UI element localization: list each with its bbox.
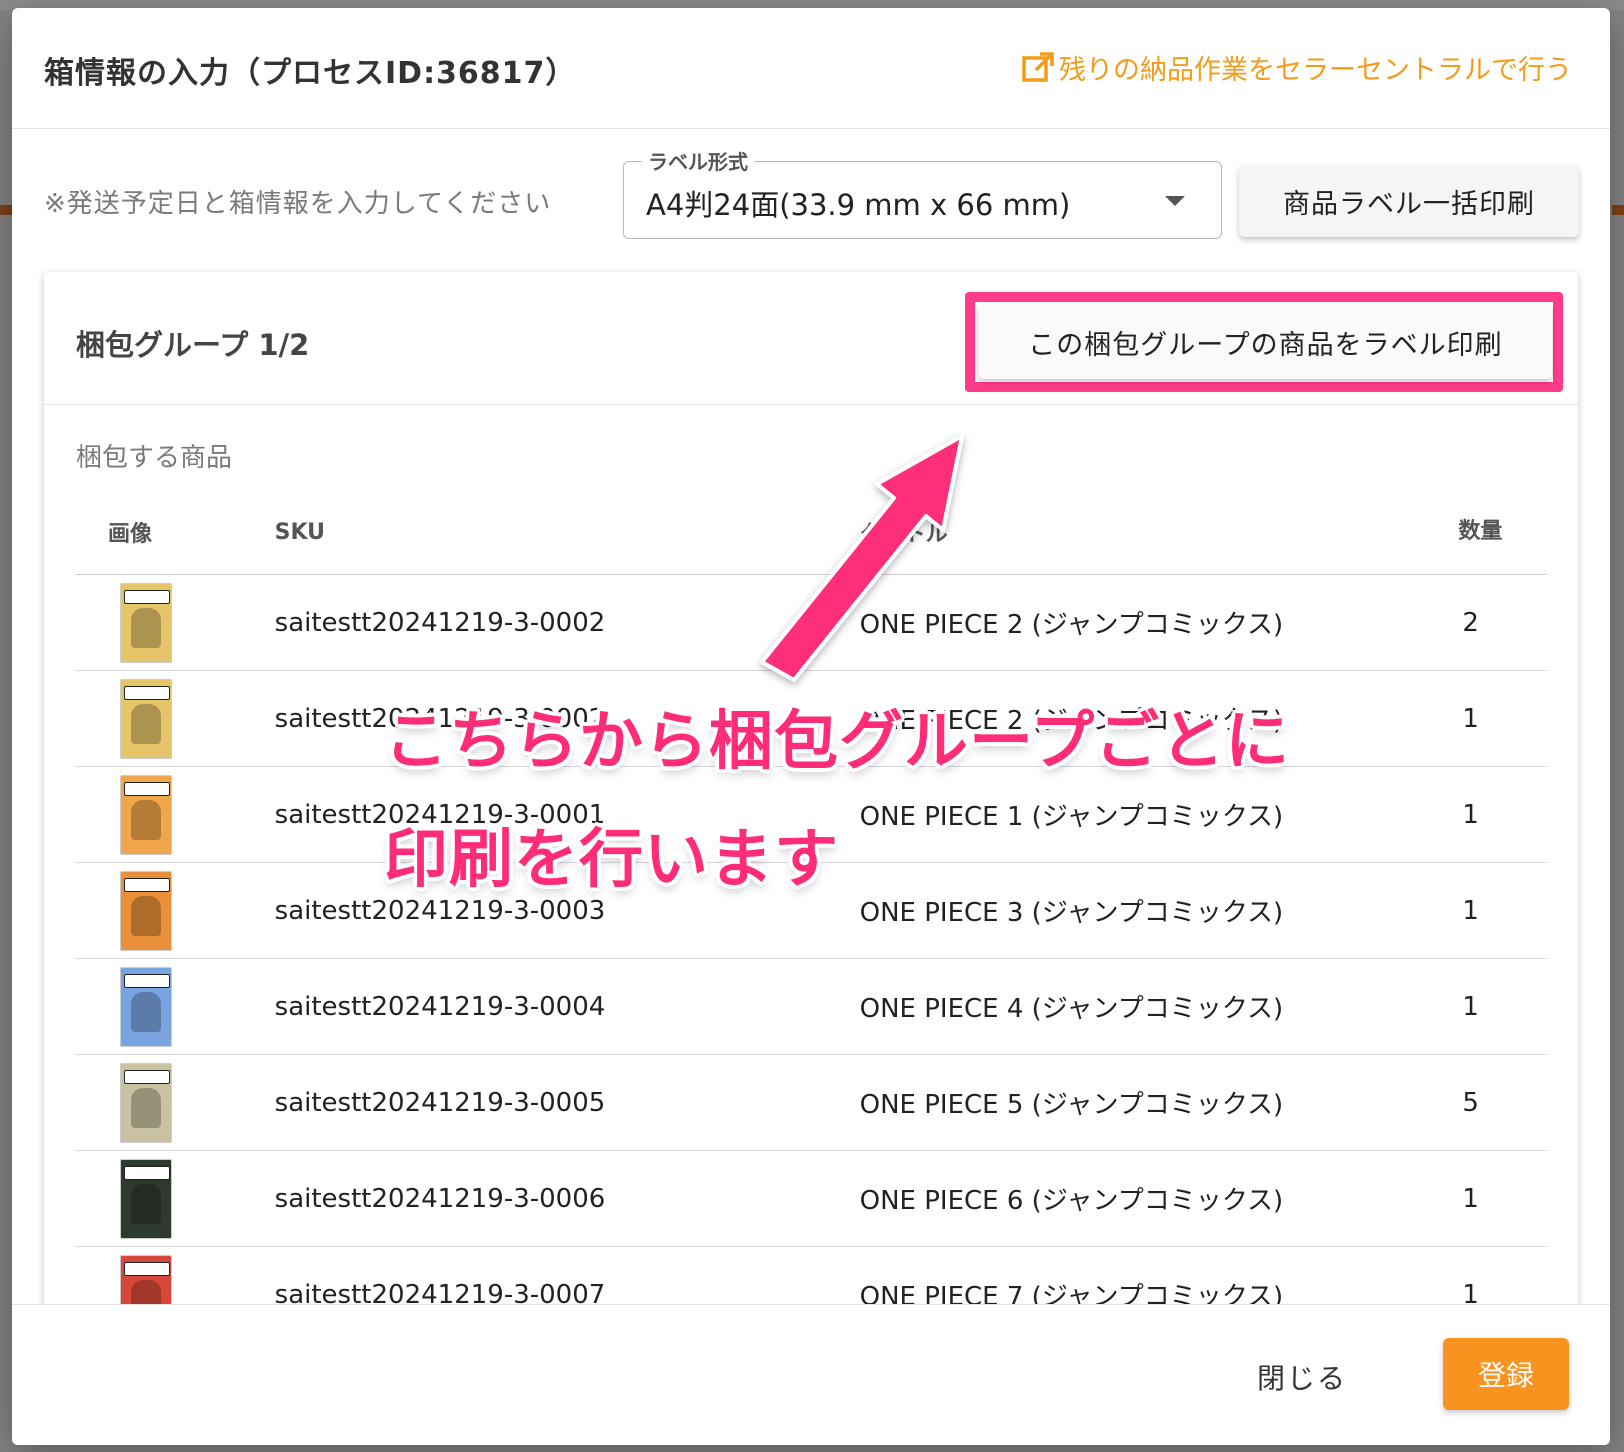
product-image-cell [75, 670, 275, 767]
product-image-cell [75, 1246, 275, 1312]
cover-logo [124, 589, 170, 604]
cover-figure [131, 607, 161, 648]
sku-cell: saitestt20241219-3-0004 [274, 958, 860, 1055]
title-cell: ONE PIECE 2 (ジャンプコミックス) [859, 574, 1439, 671]
product-image-cell [75, 574, 275, 671]
packing-group-header: 梱包グループ 1/2 この梱包グループの商品をラベル印刷 [44, 272, 1578, 405]
product-image-cell [75, 766, 275, 863]
title-cell: ONE PIECE 5 (ジャンプコミックス) [859, 1054, 1439, 1151]
packing-group-card: 梱包グループ 1/2 この梱包グループの商品をラベル印刷 梱包する商品 画像 S… [44, 272, 1578, 1312]
title-cell: ONE PIECE 6 (ジャンプコミックス) [859, 1150, 1439, 1247]
product-cover-image [120, 774, 172, 855]
dialog-header: 箱情報の入力（プロセスID:36817） 残りの納品作業をセラーセントラルで行う [12, 8, 1610, 129]
sku-cell: saitestt20241219-3-0005 [274, 1054, 860, 1151]
close-button[interactable]: 閉じる [1242, 1350, 1362, 1404]
product-cover-image [120, 966, 172, 1047]
print-all-labels-button[interactable]: 商品ラベル一括印刷 [1239, 165, 1579, 237]
qty-cell: 1 [1438, 958, 1547, 1055]
qty-cell: 1 [1438, 862, 1547, 959]
product-cover-image [120, 1158, 172, 1239]
column-header-image: 画像 [75, 490, 275, 575]
sku-cell: saitestt20241219-3-0007 [274, 1246, 860, 1312]
qty-cell: 1 [1438, 670, 1547, 767]
qty-cell: 5 [1438, 1054, 1547, 1151]
cover-figure [131, 703, 161, 744]
product-cover-image [120, 1062, 172, 1143]
cover-figure [131, 1183, 161, 1224]
product-cover-image [120, 870, 172, 951]
seller-central-link[interactable]: 残りの納品作業をセラーセントラルで行う [1021, 48, 1572, 87]
product-image-cell [75, 1054, 275, 1151]
cover-logo [124, 1261, 170, 1276]
table-row: saitestt20241219-3-0004 ONE PIECE 4 (ジャンプ… [75, 958, 1547, 1055]
qty-cell: 1 [1438, 1150, 1547, 1247]
qty-cell: 1 [1438, 766, 1547, 863]
title-cell: ONE PIECE 3 (ジャンプコミックス) [859, 862, 1439, 959]
product-image-cell [75, 958, 275, 1055]
instruction-text: ※発送予定日と箱情報を入力してください [44, 189, 552, 219]
column-header-title: タイトル [859, 490, 1439, 575]
packing-group-title: 梱包グループ 1/2 [76, 328, 310, 362]
annotation-text-line1: こちらから梱包グループごとに [384, 705, 1291, 779]
column-header-qty: 数量 [1438, 490, 1547, 575]
product-image-cell [75, 862, 275, 959]
dialog-title: 箱情報の入力（プロセスID:36817） [44, 56, 577, 91]
items-section-label: 梱包する商品 [76, 443, 233, 473]
table-row: saitestt20241219-3-0005 ONE PIECE 5 (ジャンプ… [75, 1054, 1547, 1151]
sku-cell: saitestt20241219-3-0006 [274, 1150, 860, 1247]
title-cell: ONE PIECE 7 (ジャンプコミックス) [859, 1246, 1439, 1312]
column-header-sku: SKU [274, 490, 860, 575]
table-row: saitestt20241219-3-0006 ONE PIECE 6 (ジャンプ… [75, 1150, 1547, 1247]
qty-cell: 1 [1438, 1246, 1547, 1312]
cover-logo [124, 685, 170, 700]
table-row: saitestt20241219-3-0002 ONE PIECE 2 (ジャンプ… [75, 574, 1547, 671]
title-cell: ONE PIECE 4 (ジャンプコミックス) [859, 958, 1439, 1055]
cover-figure [131, 991, 161, 1032]
register-button[interactable]: 登録 [1443, 1338, 1569, 1410]
cover-logo [124, 877, 170, 892]
cover-logo [124, 973, 170, 988]
label-format-value: A4判24面(33.9 mm x 66 mm) [646, 188, 1071, 222]
table-header-row: 画像 SKU タイトル 数量 [75, 490, 1547, 575]
label-format-legend: ラベル形式 [642, 146, 754, 175]
external-link-icon [1021, 51, 1055, 85]
print-group-labels-button[interactable]: この梱包グループの商品をラベル印刷 [979, 305, 1552, 379]
seller-central-link-label: 残りの納品作業をセラーセントラルで行う [1059, 55, 1572, 86]
cover-logo [124, 781, 170, 796]
cover-figure [131, 799, 161, 840]
qty-cell: 2 [1438, 574, 1547, 671]
annotation-text-line2: 印刷を行います [384, 823, 839, 897]
items-table: 画像 SKU タイトル 数量 saitestt20241219-3-0002 ON… [75, 490, 1547, 1312]
product-cover-image [120, 582, 172, 663]
product-cover-image [120, 678, 172, 759]
dialog-footer: 閉じる 登録 [12, 1304, 1610, 1445]
cover-figure [131, 1087, 161, 1128]
table-row: saitestt20241219-3-0007 ONE PIECE 7 (ジャンプ… [75, 1246, 1547, 1312]
cover-figure [131, 895, 161, 936]
cover-logo [124, 1165, 170, 1180]
sku-cell: saitestt20241219-3-0002 [274, 574, 860, 671]
cover-logo [124, 1069, 170, 1084]
product-image-cell [75, 1150, 275, 1247]
label-format-select[interactable]: ラベル形式 A4判24面(33.9 mm x 66 mm) [623, 146, 1222, 239]
chevron-down-icon [1165, 196, 1185, 206]
